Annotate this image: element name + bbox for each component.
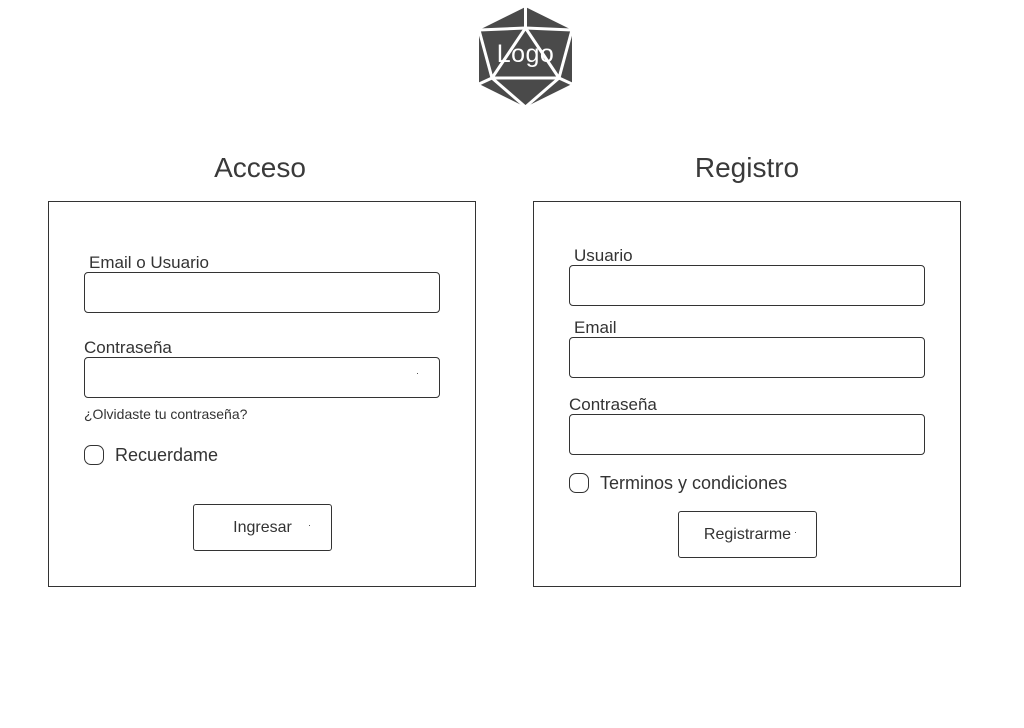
button-dot	[309, 525, 310, 526]
forgot-password-link[interactable]: ¿Olvidaste tu contraseña?	[84, 406, 247, 422]
register-email-input[interactable]	[569, 337, 925, 378]
logo: Logo	[478, 6, 573, 108]
login-panel: Email o Usuario Contraseña ¿Olvidaste tu…	[48, 201, 476, 587]
login-password-input[interactable]	[84, 357, 440, 398]
terms-checkbox[interactable]	[569, 473, 589, 493]
register-email-label: Email	[574, 318, 617, 337]
register-button[interactable]: Registrarme	[678, 511, 817, 558]
register-password-input[interactable]	[569, 414, 925, 455]
login-button[interactable]: Ingresar	[193, 504, 332, 551]
register-title: Registro	[694, 152, 800, 183]
cursor-dot	[417, 373, 418, 374]
login-register-page: Logo Acceso Email o Usuario Contraseña ¿…	[0, 0, 1024, 728]
logo-text: Logo	[496, 40, 555, 68]
login-password-label: Contraseña	[84, 338, 172, 357]
terms-label: Terminos y condiciones	[600, 473, 788, 493]
email-or-user-label: Email o Usuario	[89, 253, 209, 272]
email-or-user-input[interactable]	[84, 272, 440, 313]
login-button-label: Ingresar	[233, 518, 292, 536]
register-button-label: Registrarme	[703, 525, 792, 543]
remember-me-checkbox[interactable]	[84, 445, 104, 465]
remember-me-label: Recuerdame	[115, 445, 219, 465]
button-dot	[795, 532, 796, 533]
register-panel: Usuario Email Contraseña Terminos y cond…	[533, 201, 961, 587]
username-label: Usuario	[574, 246, 633, 265]
login-title: Acceso	[214, 152, 306, 183]
register-password-label: Contraseña	[569, 395, 657, 414]
username-input[interactable]	[569, 265, 925, 306]
